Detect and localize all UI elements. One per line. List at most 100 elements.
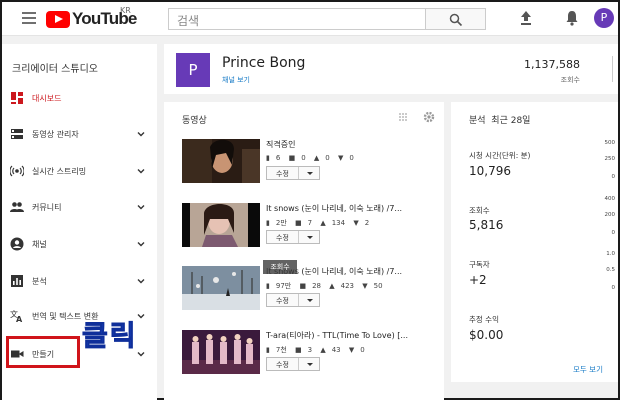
drag-handle-icon[interactable] xyxy=(398,112,408,122)
sidebar-item-dashboard[interactable]: 대시보드 xyxy=(2,88,157,108)
logo-region: KR xyxy=(120,6,131,15)
youtube-play-icon xyxy=(46,10,70,28)
axis-tick: 0 xyxy=(611,174,616,180)
chevron-down-icon xyxy=(137,205,145,210)
sidebar-item-label: 대시보드 xyxy=(32,94,62,103)
axis-tick: 250 xyxy=(604,156,616,162)
edit-label: 수정 xyxy=(276,361,289,369)
videos-card: 동영상 직격증인 ▮ 6 ■ 0 ▲ 0 ▼ 0 수정 It snows (눈이 나리네… xyxy=(164,102,444,400)
sidebar-item-community[interactable]: 커뮤니티 xyxy=(2,197,157,217)
views-icon: ▮ xyxy=(266,154,270,162)
chevron-down-icon xyxy=(137,242,145,247)
search-button[interactable] xyxy=(426,8,486,30)
chevron-down-icon xyxy=(137,279,145,284)
chevron-down-icon xyxy=(137,169,145,174)
analytics-title-text: 분석 xyxy=(469,116,486,126)
avatar[interactable]: P xyxy=(594,8,614,28)
edit-button[interactable]: 수정 xyxy=(266,357,320,371)
likes-icon: ▲ xyxy=(320,346,326,354)
edit-label: 수정 xyxy=(276,234,289,242)
channel-name: Prince Bong xyxy=(222,55,306,71)
comments-icon: ■ xyxy=(288,154,296,162)
likes-count: 43 xyxy=(331,346,341,354)
translate-icon: 文A xyxy=(10,309,23,323)
dropdown-arrow-icon[interactable] xyxy=(298,231,320,243)
dropdown-arrow-icon[interactable] xyxy=(298,167,320,179)
video-item[interactable]: 직격증인 ▮ 6 ■ 0 ▲ 0 ▼ 0 수정 xyxy=(182,139,432,195)
metric-label: 구독자 xyxy=(469,260,490,269)
video-title[interactable]: 직격증인 xyxy=(266,139,432,150)
axis-tick: 500 xyxy=(604,140,616,146)
video-manager-icon xyxy=(11,129,23,139)
search-input[interactable]: 검색 xyxy=(168,8,426,30)
community-icon xyxy=(10,202,24,212)
edit-button[interactable]: 수정 xyxy=(266,166,320,180)
comments-icon: ■ xyxy=(295,219,302,227)
dislikes-count: 0 xyxy=(360,346,365,354)
axis-tick: 400 xyxy=(604,196,616,202)
metric-value: +2 xyxy=(469,273,487,287)
axis-tick: 0.5 xyxy=(606,267,615,273)
video-thumbnail[interactable] xyxy=(182,266,260,310)
edit-button[interactable]: 수정 xyxy=(266,293,320,307)
sidebar-item-video-manager[interactable]: 동영상 관리자 xyxy=(2,124,157,144)
video-title[interactable]: T-ara(티아라) - TTL(Time To Love) [... xyxy=(266,330,432,341)
sidebar-item-label: 실시간 스트리밍 xyxy=(32,167,87,176)
analytics-title: 분석 최근 28일 xyxy=(469,113,530,126)
channel-icon xyxy=(10,237,24,251)
dropdown-arrow-icon[interactable] xyxy=(298,358,320,370)
views-count: 1,137,588 xyxy=(524,58,580,71)
views-count: 2만 xyxy=(275,219,287,227)
channel-avatar[interactable]: P xyxy=(176,53,210,87)
gear-icon[interactable] xyxy=(423,111,435,123)
video-stats: ▮ 97만 ■ 28 ▲ 423 ▼ 50 xyxy=(266,281,389,291)
sidebar-item-channel[interactable]: 채널 xyxy=(2,234,157,254)
comments-count: 0 xyxy=(301,154,306,162)
views-label: 조회수 xyxy=(560,76,580,84)
metric-value: 10,796 xyxy=(469,164,511,178)
divider xyxy=(612,56,613,82)
analytics-period: 최근 28일 xyxy=(491,116,531,126)
likes-count: 423 xyxy=(340,282,354,290)
edit-label: 수정 xyxy=(276,297,289,305)
video-thumbnail[interactable] xyxy=(182,203,260,247)
sidebar-item-live-streaming[interactable]: 실시간 스트리밍 xyxy=(2,161,157,181)
menu-icon[interactable] xyxy=(22,12,36,24)
sidebar-item-analytics[interactable]: 분석 xyxy=(2,271,157,291)
views-count: 97만 xyxy=(275,282,292,290)
video-thumbnail[interactable] xyxy=(182,139,260,183)
edit-label: 수정 xyxy=(276,170,289,178)
dislikes-icon: ▼ xyxy=(337,154,344,162)
see-all-link[interactable]: 모두 보기 xyxy=(573,364,603,375)
sidebar-item-label: 분석 xyxy=(32,277,47,286)
sidebar-item-label: 커뮤니티 xyxy=(32,203,62,212)
dropdown-arrow-icon[interactable] xyxy=(298,294,320,306)
studio-title: 크리에이터 스튜디오 xyxy=(12,64,98,75)
comments-icon: ■ xyxy=(299,282,307,290)
video-item[interactable]: It snows (눈이 나리네, 이숙 노래) /7... ▮ 97만 ■ 28 … xyxy=(182,266,432,322)
metric-value: $0.00 xyxy=(469,328,504,342)
dislikes-count: 50 xyxy=(373,282,383,290)
chevron-down-icon xyxy=(137,132,145,137)
likes-icon: ▲ xyxy=(329,282,335,290)
video-item[interactable]: It snows (눈이 나리네, 이숙 노래) /7... ▮ 2만 ■ 7 ▲ 1… xyxy=(182,203,432,259)
metric-value: 5,816 xyxy=(469,218,504,232)
edit-button[interactable]: 수정 xyxy=(266,230,320,244)
bell-icon[interactable] xyxy=(564,9,580,27)
video-stats: ▮ 2만 ■ 7 ▲ 134 ▼ 2 xyxy=(266,218,375,228)
likes-count: 0 xyxy=(325,154,330,162)
youtube-logo[interactable]: YouTube KR xyxy=(46,6,137,28)
comments-count: 7 xyxy=(307,219,313,227)
video-item[interactable]: T-ara(티아라) - TTL(Time To Love) [... ▮ 7천 … xyxy=(182,330,432,386)
axis-tick: 0 xyxy=(611,285,616,291)
click-annotation: 클릭 xyxy=(82,319,138,353)
axis-tick: 1.0 xyxy=(606,251,615,257)
highlight-box xyxy=(6,336,80,368)
upload-icon[interactable] xyxy=(518,10,534,26)
video-thumbnail[interactable] xyxy=(182,330,260,374)
likes-icon: ▲ xyxy=(313,154,320,162)
view-channel-link[interactable]: 채널 보기 xyxy=(222,75,250,85)
views-icon: ▮ xyxy=(266,282,270,290)
video-title[interactable]: It snows (눈이 나리네, 이숙 노래) /7... xyxy=(266,203,432,214)
sidebar-item-label: 동영상 관리자 xyxy=(32,130,79,139)
